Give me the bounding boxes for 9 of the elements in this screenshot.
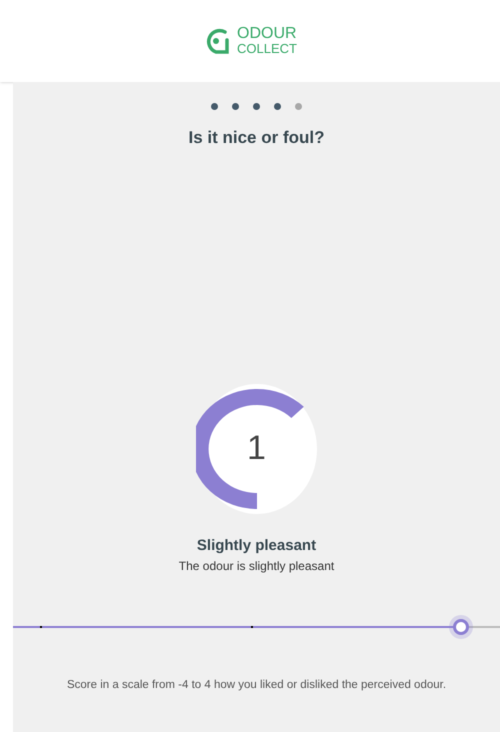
- logo-text: COLLECT: [237, 41, 297, 56]
- score-slider[interactable]: [13, 615, 500, 639]
- logo-text: ODOUR: [237, 26, 297, 41]
- slider-thumb[interactable]: [449, 615, 474, 639]
- rating-label: Slightly pleasant: [196, 536, 316, 556]
- rating-description: The odour is slightly pleasant: [178, 558, 334, 575]
- score-value: 1: [246, 428, 267, 469]
- hint-text: Score in a scale from -4 to 4 how you liked or disliked the perceived odour.: [66, 678, 448, 693]
- question-title: Is it nice or foul?: [188, 127, 324, 149]
